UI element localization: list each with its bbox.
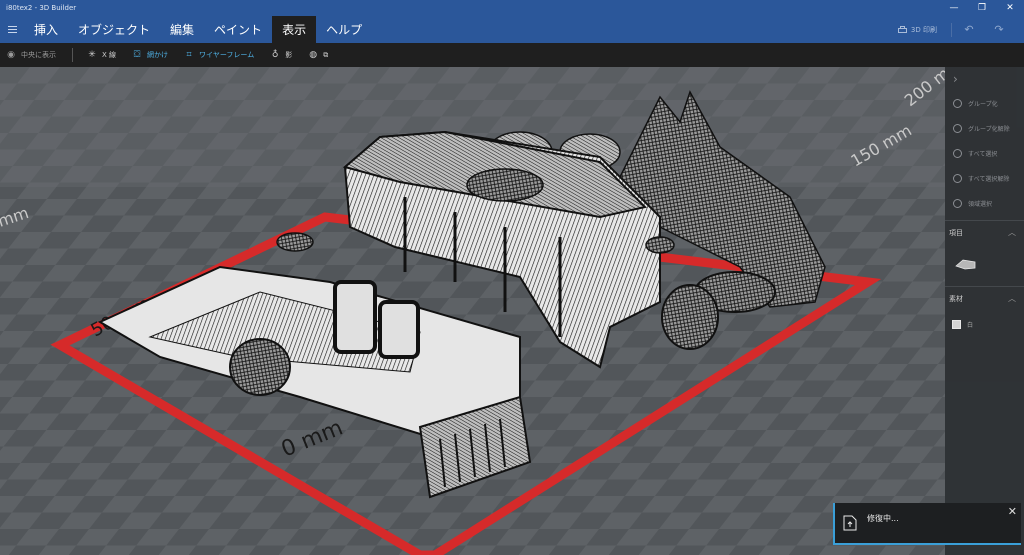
- chevron-up-icon: ︿: [1008, 228, 1016, 237]
- lightbulb-icon: ♁: [271, 50, 279, 60]
- camera-toggle[interactable]: ◍ ⧉: [308, 50, 328, 60]
- wireframe-toggle[interactable]: ⌗ ワイヤーフレーム: [184, 50, 254, 60]
- menu-help[interactable]: ヘルプ: [316, 16, 372, 43]
- group-label: グループ化: [968, 101, 998, 108]
- minimize-button[interactable]: —: [940, 0, 968, 16]
- menu-edit[interactable]: 編集: [160, 16, 204, 43]
- camera-label: ⧉: [323, 50, 329, 59]
- region-select-button[interactable]: 領域選択: [945, 191, 1024, 216]
- xray-icon: ✳: [88, 50, 96, 60]
- ungroup-icon: [953, 124, 962, 133]
- toast-message: 修復中...: [867, 513, 899, 523]
- shading-toggle[interactable]: ⛋ 網かけ: [132, 50, 168, 60]
- group-icon: [953, 99, 962, 108]
- menu-bar: 挿入 オブジェクト 編集 ペイント 表示 ヘルプ 3D 印刷 ↶ ↷: [0, 16, 1024, 43]
- light-toggle[interactable]: ♁ 影: [270, 50, 292, 60]
- material-heading: 素材: [949, 294, 963, 303]
- ungroup-button[interactable]: グループ化解除: [945, 116, 1024, 141]
- group-button[interactable]: グループ化: [945, 91, 1024, 116]
- select-all-icon: [953, 149, 962, 158]
- wireframe-label: ワイヤーフレーム: [199, 51, 255, 59]
- menu-paint[interactable]: ペイント: [204, 16, 272, 43]
- xray-label: X 線: [102, 51, 117, 59]
- hamburger-menu-icon[interactable]: [0, 16, 24, 43]
- maximize-button[interactable]: ❐: [968, 0, 996, 16]
- undo-icon: ↶: [964, 23, 974, 36]
- view-toolbar: ◉ 中央に表示 ✳ X 線 ⛋ 網かけ ⌗ ワイヤーフレーム ♁ 影 ◍ ⧉: [0, 43, 1024, 67]
- scene-canvas[interactable]: mm 150 mm 200 mm 0 mm 50 mm: [0, 67, 945, 555]
- xray-toggle[interactable]: ✳ X 線: [87, 50, 116, 60]
- redo-icon: ↷: [994, 23, 1004, 36]
- eye-icon: ◉: [7, 50, 15, 60]
- close-icon[interactable]: ✕: [1008, 505, 1017, 518]
- center-view-label: 中央に表示: [21, 51, 56, 59]
- window-controls: — ❐ ✕: [940, 0, 1024, 16]
- window-title: i80tex2 - 3D Builder: [6, 4, 77, 12]
- center-view-button[interactable]: ◉ 中央に表示: [6, 50, 56, 60]
- select-all-label: すべて選択: [968, 151, 998, 158]
- shading-icon: ⛋: [133, 50, 141, 60]
- 3d-viewport[interactable]: mm 150 mm 200 mm 0 mm 50 mm: [0, 67, 945, 555]
- select-all-button[interactable]: すべて選択: [945, 141, 1024, 166]
- app-window: i80tex2 - 3D Builder — ❐ ✕ 挿入 オブジェクト 編集 …: [0, 0, 1024, 555]
- ungroup-label: グループ化解除: [968, 126, 1010, 133]
- menu-right-actions: 3D 印刷 ↶ ↷: [897, 16, 1024, 43]
- wireframe-icon: ⌗: [186, 50, 192, 60]
- material-section-header[interactable]: 素材 ︿: [945, 286, 1024, 310]
- material-swatch: [952, 319, 961, 329]
- item-thumbnail[interactable]: [945, 244, 1024, 282]
- title-bar: i80tex2 - 3D Builder — ❐ ✕: [0, 0, 1024, 16]
- deselect-all-button[interactable]: すべて選択解除: [945, 166, 1024, 191]
- region-select-icon: [953, 199, 962, 208]
- printer-icon: [897, 25, 907, 33]
- collapse-panel-chevron-icon[interactable]: ›: [945, 67, 1024, 91]
- palette-icon: ◍: [309, 50, 318, 60]
- light-label: 影: [285, 51, 293, 59]
- menu-object[interactable]: オブジェクト: [68, 16, 160, 43]
- model-thumbnail-icon: [955, 259, 976, 270]
- items-section-header[interactable]: 項目 ︿: [945, 220, 1024, 244]
- undo-button[interactable]: ↶: [956, 23, 982, 36]
- shading-label: 網かけ: [147, 51, 169, 59]
- chevron-up-icon: ︿: [1008, 294, 1016, 303]
- document-icon: [843, 515, 857, 531]
- print-3d-button[interactable]: 3D 印刷: [897, 22, 952, 37]
- close-window-button[interactable]: ✕: [996, 0, 1024, 16]
- region-select-label: 領域選択: [968, 201, 993, 208]
- material-name: 白: [967, 321, 974, 329]
- toolbar-divider: [72, 48, 73, 62]
- items-heading: 項目: [949, 228, 963, 237]
- deselect-all-icon: [953, 174, 962, 183]
- deselect-all-label: すべて選択解除: [968, 176, 1010, 183]
- redo-button[interactable]: ↷: [986, 23, 1012, 36]
- side-panel: › グループ化 グループ化解除 すべて選択 すべて選択解除 領域選択 項目 ︿: [945, 67, 1024, 555]
- menu-view[interactable]: 表示: [272, 16, 317, 43]
- material-white[interactable]: 白: [945, 310, 1024, 338]
- repair-notification: 修復中... ✕: [833, 503, 1021, 545]
- print-3d-label: 3D 印刷: [910, 25, 937, 34]
- menu-insert[interactable]: 挿入: [24, 16, 68, 43]
